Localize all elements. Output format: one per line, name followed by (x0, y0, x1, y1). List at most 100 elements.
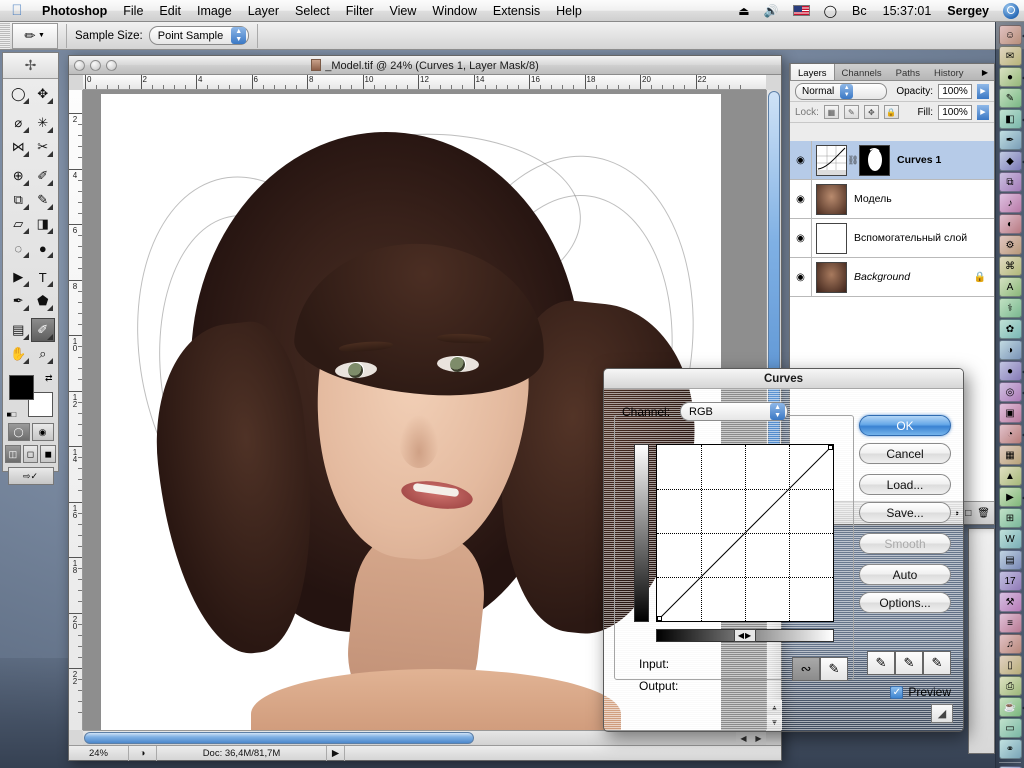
default-colors-icon[interactable]: ■□ (7, 410, 17, 419)
standard-mode-button[interactable]: ◯ (7, 423, 30, 441)
menu-help[interactable]: Help (548, 0, 590, 22)
layer-visibility-icon[interactable]: ◉ (790, 218, 812, 258)
us-flag-icon[interactable] (792, 5, 810, 16)
eraser-tool[interactable]: ▱ (6, 212, 31, 236)
utility-app-icon[interactable]: ⚙ (998, 235, 1022, 255)
color-swatches[interactable]: ⇄ ■□ (7, 373, 55, 419)
acrobat-icon[interactable]: A (998, 277, 1022, 297)
save-button[interactable]: Save... (859, 502, 951, 523)
layer-visibility-icon[interactable]: ◉ (790, 179, 812, 219)
zoom-level[interactable]: 24% (69, 745, 129, 761)
book-icon[interactable]: ▭ (998, 718, 1022, 738)
custom-shape-tool[interactable]: ⬟ (31, 289, 56, 313)
history-brush-tool[interactable]: ✎ (31, 188, 56, 212)
lasso-tool[interactable]: ⌀ (6, 111, 31, 135)
layer-visibility-icon[interactable]: ◉ (790, 257, 812, 297)
options-button[interactable]: Options... (859, 592, 951, 613)
layers-tab-paths[interactable]: Paths (889, 64, 927, 80)
lock-transparency-icon[interactable]: ▦ (823, 105, 839, 119)
layers-tab-history[interactable]: History (927, 64, 971, 80)
lock-all-icon[interactable]: 🔒 (883, 105, 899, 119)
eyedropper-tool[interactable]: ✐ (30, 318, 55, 342)
set-black-point-icon[interactable]: ✎ (867, 651, 895, 675)
standard-screen-mode-button[interactable]: ◫ (5, 445, 21, 463)
auto-button[interactable]: Auto (859, 564, 951, 585)
stethoscope-app-icon[interactable]: ⚕ (998, 298, 1022, 318)
blur-tool[interactable]: ◌ (6, 236, 31, 260)
calendar-icon[interactable]: 17 (998, 571, 1022, 591)
input-source-label[interactable]: Bc (844, 0, 875, 22)
table-row[interactable]: ◉ Модель (790, 179, 994, 219)
clone-stamp-tool[interactable]: ⧉ (6, 188, 31, 212)
graphics-app-icon[interactable]: ◧ (998, 109, 1024, 129)
layer-thumbnail[interactable] (816, 261, 847, 293)
leaf-app-icon[interactable]: ⌘ (998, 256, 1022, 276)
layers-tab-channels[interactable]: Channels (835, 64, 889, 80)
lock-image-icon[interactable]: ✎ (843, 105, 859, 119)
path-selection-tool[interactable]: ▶ (6, 265, 31, 289)
menu-layer[interactable]: Layer (240, 0, 287, 22)
current-user-label[interactable]: Sergey (939, 0, 997, 22)
menu-file[interactable]: File (115, 0, 151, 22)
sample-size-dropdown[interactable]: Point Sample ▲ ▼ (148, 26, 250, 45)
paint-app-icon[interactable]: ✎ (998, 88, 1022, 108)
spreadsheet-icon[interactable]: ⊞ (998, 508, 1022, 528)
eject-icon[interactable]: ⏏ (731, 0, 756, 22)
layer-name[interactable]: Модель (854, 193, 994, 205)
delete-layer-icon[interactable]: 🗑 (977, 508, 990, 519)
jump-to-icon[interactable]: ⇨✓ (7, 467, 54, 485)
browser-icon[interactable]: ● (998, 361, 1024, 381)
type-tool[interactable]: T (31, 265, 56, 289)
table-row[interactable]: ◉ Вспомогательный слой (790, 218, 994, 258)
doc-sizes-icon[interactable]: ◑ (129, 745, 157, 761)
text-editor-icon[interactable]: ≡ (998, 613, 1022, 633)
preview-checkbox[interactable]: ✓ (890, 685, 904, 699)
gradient-tool[interactable]: ◨ (31, 212, 56, 236)
status-menu-arrow[interactable]: ▶ (327, 745, 345, 761)
opacity-slider-arrow[interactable]: ▶ (977, 83, 989, 99)
flamingo-app-icon[interactable]: ✿ (998, 319, 1022, 339)
colorsync-icon[interactable]: ◑ (998, 340, 1022, 360)
slice-tool[interactable]: ✂ (31, 135, 56, 159)
opacity-value[interactable]: 100% (938, 83, 972, 99)
fill-value[interactable]: 100% (938, 104, 972, 120)
finder-icon[interactable]: ☺ (998, 25, 1024, 45)
document-titlebar[interactable]: _Model.tif @ 24% (Curves 1, Layer Mask/8… (69, 56, 781, 75)
photo-app-icon[interactable]: ▦ (998, 445, 1022, 465)
layer-mask-thumbnail[interactable] (859, 144, 890, 176)
layer-mask-link-icon[interactable]: ⛓ (847, 155, 859, 166)
menu-edit[interactable]: Edit (151, 0, 189, 22)
new-layer-icon[interactable]: □ (965, 508, 971, 519)
menubar-clock[interactable]: 15:37:01 (875, 0, 940, 22)
menu-window[interactable]: Window (424, 0, 484, 22)
layer-thumbnail[interactable] (816, 144, 847, 176)
fill-slider-arrow[interactable]: ▶ (977, 104, 989, 120)
preview-icon[interactable]: ▣ (998, 403, 1022, 423)
media-app-icon[interactable]: ♪ (998, 193, 1022, 213)
curve-point-black[interactable] (657, 616, 662, 621)
apple-logo-icon[interactable]:  (0, 3, 34, 18)
scroll-right-arrow[interactable]: ▶ (751, 731, 766, 746)
curve-direction-toggle[interactable]: ◀▶ (734, 629, 756, 642)
ipod-icon[interactable]: ▯ (998, 655, 1022, 675)
printer-icon[interactable]: ⎙ (998, 676, 1022, 696)
menu-filter[interactable]: Filter (338, 0, 382, 22)
healing-brush-tool[interactable]: ⊕ (6, 164, 31, 188)
package-app-icon[interactable]: ⧉ (998, 172, 1022, 192)
safari-icon[interactable]: ◔ (998, 424, 1024, 444)
vector-app-icon[interactable]: ✒ (998, 130, 1022, 150)
move-tool[interactable]: ✥ (31, 82, 56, 106)
options-bar-grip[interactable] (0, 22, 10, 49)
layer-name[interactable]: Background (854, 271, 974, 283)
menu-select[interactable]: Select (287, 0, 338, 22)
search-icon[interactable] (1003, 2, 1019, 19)
current-tool-well[interactable]: ✎ ▼ (12, 22, 58, 49)
blend-mode-dropdown[interactable]: Normal ▲ ▼ (795, 82, 887, 100)
channel-dropdown[interactable]: RGB ▲ ▼ (680, 402, 789, 421)
curves-graph[interactable] (656, 444, 834, 622)
preview-row[interactable]: ✓ Preview (890, 685, 951, 699)
archive-icon[interactable]: ▤ (998, 550, 1022, 570)
table-row[interactable]: ◉ ⛓ Curves 1 (790, 141, 994, 180)
ok-button[interactable]: OK (859, 415, 951, 436)
horizontal-scrollbar[interactable]: ◀ ▶ (83, 730, 766, 746)
